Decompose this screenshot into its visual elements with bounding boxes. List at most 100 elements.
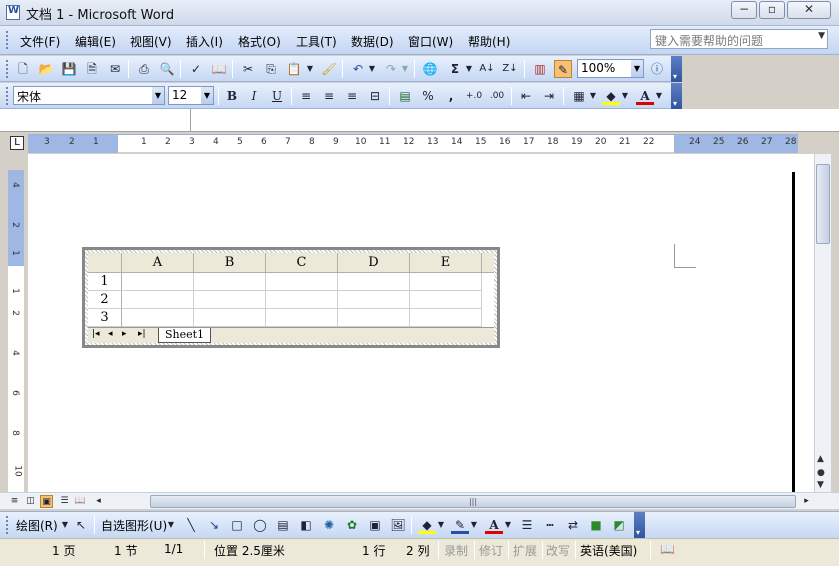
restore-button[interactable]: ▫ <box>759 1 785 19</box>
hyperlink-icon[interactable]: 🌐 <box>421 60 439 78</box>
decrease-decimal-icon[interactable]: .00 <box>488 87 506 105</box>
tab-selector[interactable]: L <box>10 136 24 150</box>
italic-button[interactable]: I <box>245 87 263 105</box>
rectangle-icon[interactable]: □ <box>228 516 246 534</box>
print-layout-icon[interactable]: ▣ <box>40 495 53 508</box>
wordart-icon[interactable]: ◧ <box>297 516 315 534</box>
bold-button[interactable]: B <box>223 87 241 105</box>
line-style-icon[interactable]: ☰ <box>518 516 536 534</box>
paste-icon[interactable]: 📋 <box>285 60 303 78</box>
chevron-down-icon[interactable]: ▼ <box>469 516 479 534</box>
email-icon[interactable]: ✉ <box>106 60 124 78</box>
minimize-button[interactable]: − <box>731 1 757 19</box>
fill-color-icon[interactable]: ◆ <box>602 87 620 105</box>
cell[interactable] <box>266 273 338 291</box>
fill-color-icon[interactable]: ◆ <box>418 516 436 534</box>
chevron-down-icon[interactable]: ▼ <box>367 60 377 78</box>
toolbar-grip[interactable] <box>6 87 9 105</box>
close-button[interactable]: ✕ <box>787 1 831 19</box>
insert-image-icon[interactable]: 🖼 <box>389 516 407 534</box>
font-size-select[interactable]: 12 ▼ <box>168 86 214 105</box>
cell[interactable] <box>122 273 194 291</box>
cell[interactable] <box>266 309 338 327</box>
row-header[interactable]: 2 <box>88 291 122 309</box>
status-track-changes[interactable]: 修订 <box>479 542 503 559</box>
chevron-down-icon[interactable]: ▼ <box>588 87 598 105</box>
column-header[interactable] <box>482 253 494 273</box>
clipart-icon[interactable]: ✿ <box>343 516 361 534</box>
toolbar-options[interactable] <box>634 512 645 538</box>
picture-icon[interactable]: ▣ <box>366 516 384 534</box>
cell[interactable] <box>338 291 410 309</box>
print-icon[interactable]: ⎙ <box>135 60 153 78</box>
chevron-down-icon[interactable]: ▼ <box>436 516 446 534</box>
menubar-grip[interactable] <box>6 31 9 49</box>
cell[interactable] <box>410 273 482 291</box>
percent-button[interactable]: % <box>419 87 437 105</box>
drawing-toggle-icon[interactable]: ✎ <box>554 60 572 78</box>
select-all-corner[interactable] <box>88 253 122 273</box>
status-record[interactable]: 录制 <box>444 542 468 559</box>
font-color-icon[interactable]: A <box>636 87 654 105</box>
format-painter-icon[interactable]: 🖌 <box>320 60 338 78</box>
next-page-icon[interactable]: ▼ <box>817 480 824 490</box>
redo-icon[interactable]: ↷ <box>382 60 400 78</box>
help-search-input[interactable]: 键入需要帮助的问题 ▼ <box>650 29 828 49</box>
arrow-style-icon[interactable]: ⇄ <box>564 516 582 534</box>
column-header[interactable]: D <box>338 253 410 273</box>
cell[interactable] <box>338 273 410 291</box>
cut-icon[interactable]: ✂ <box>239 60 257 78</box>
line-icon[interactable]: ╲ <box>182 516 200 534</box>
first-sheet-button[interactable]: |◂ <box>92 329 100 339</box>
research-icon[interactable]: 📖 <box>210 60 228 78</box>
increase-decimal-icon[interactable]: +.0 <box>465 87 483 105</box>
prev-page-icon[interactable]: ▲ <box>817 454 824 464</box>
currency-icon[interactable]: ▤ <box>396 87 414 105</box>
scroll-right-icon[interactable]: ▸ <box>800 495 813 508</box>
menu-data[interactable]: 数据(D) <box>351 33 394 50</box>
chevron-down-icon[interactable]: ▼ <box>818 31 825 41</box>
toolbar-options[interactable] <box>671 83 682 109</box>
chevron-down-icon[interactable]: ▼ <box>201 87 213 104</box>
new-document-icon[interactable]: 🗋 <box>14 60 32 78</box>
toolbar-grip[interactable] <box>6 60 9 78</box>
horizontal-ruler[interactable]: 3 2 1 1 2 3 4 5 6 7 8 9 10 11 12 13 14 1… <box>28 134 798 153</box>
web-view-icon[interactable]: ◫ <box>24 495 37 508</box>
font-select[interactable]: 宋体 ▼ <box>13 86 165 105</box>
cell[interactable] <box>266 291 338 309</box>
normal-view-icon[interactable]: ≡ <box>8 495 21 508</box>
menu-insert[interactable]: 插入(I) <box>186 33 223 50</box>
chevron-down-icon[interactable]: ▼ <box>464 60 474 78</box>
chevron-down-icon[interactable]: ▼ <box>400 60 410 78</box>
row-header[interactable]: 1 <box>88 273 122 291</box>
chevron-down-icon[interactable]: ▼ <box>305 60 315 78</box>
scroll-left-icon[interactable]: ◂ <box>92 495 105 508</box>
column-header[interactable]: C <box>266 253 338 273</box>
3d-style-icon[interactable]: ◩ <box>610 516 628 534</box>
cell[interactable] <box>410 291 482 309</box>
cell[interactable] <box>194 273 266 291</box>
textbox-icon[interactable]: ▤ <box>274 516 292 534</box>
cell[interactable] <box>194 309 266 327</box>
align-right-icon[interactable]: ≡ <box>343 87 361 105</box>
toolbar-options[interactable] <box>671 56 682 82</box>
save-icon[interactable]: 💾 <box>60 60 78 78</box>
chevron-down-icon[interactable]: ▼ <box>620 87 630 105</box>
chart-wizard-icon[interactable]: ▥ <box>531 60 549 78</box>
vertical-scrollbar[interactable]: ▲ ● ▼ <box>814 154 831 492</box>
arrow-icon[interactable]: ↘ <box>205 516 223 534</box>
cell[interactable] <box>338 309 410 327</box>
increase-indent-icon[interactable]: ⇥ <box>540 87 558 105</box>
print-preview-icon[interactable]: 🔍 <box>158 60 176 78</box>
column-header[interactable]: A <box>122 253 194 273</box>
decrease-indent-icon[interactable]: ⇤ <box>517 87 535 105</box>
chevron-down-icon[interactable]: ▼ <box>152 87 164 104</box>
next-sheet-button[interactable]: ▸ <box>122 329 127 339</box>
merge-center-icon[interactable]: ⊟ <box>366 87 384 105</box>
column-header[interactable]: E <box>410 253 482 273</box>
outline-view-icon[interactable]: ☰ <box>58 495 71 508</box>
help-icon[interactable]: ⓘ <box>648 60 666 78</box>
shadow-style-icon[interactable]: ■ <box>587 516 605 534</box>
draw-menu[interactable]: 绘图(R) <box>16 517 58 534</box>
horizontal-scroll-thumb[interactable]: ||| <box>150 495 796 508</box>
